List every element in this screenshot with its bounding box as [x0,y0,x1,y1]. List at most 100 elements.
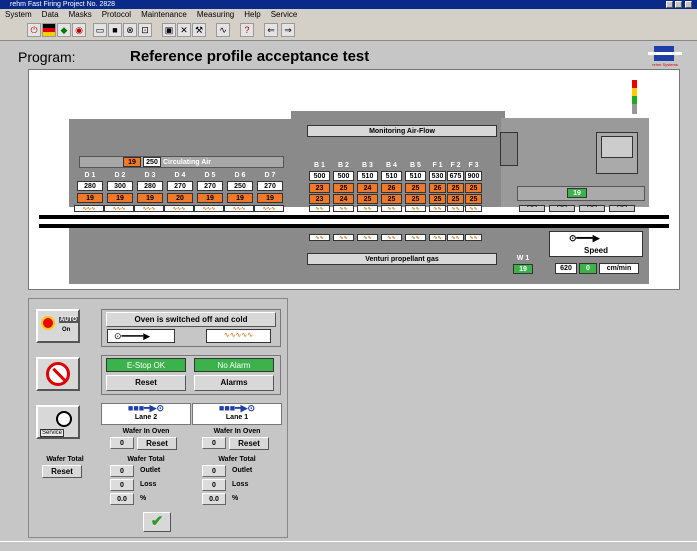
fire-zone-set[interactable]: 500 [309,171,330,181]
service-icon [56,411,72,427]
lamp-lower-icon: ∿∿ [309,234,330,241]
lamp-lower-icon: ∿∿ [405,234,426,241]
fire-zone-set[interactable]: 675 [447,171,464,181]
drier-zone-set[interactable]: 280 [137,181,163,191]
fire-zone-set[interactable]: 530 [429,171,446,181]
lane2-outlet-label: Outlet [140,467,161,474]
heater-element-icon: ∿∿∿ [254,205,284,212]
fire-zone-set[interactable]: 500 [333,171,354,181]
reset-alarm-button[interactable]: Reset [106,375,186,391]
minimize-button[interactable] [666,1,673,8]
fire-zone-name: F 3 [468,162,479,169]
fire-zone-actual-upper: 25 [405,183,426,193]
cooling-fan-icon: ⌒⌒ [609,205,635,212]
menu-system[interactable]: System [0,9,37,21]
fire-zone-name: B 3 [362,162,373,169]
fire-zone-actual-lower: 23 [309,194,330,204]
fire-zone-actual-upper: 25 [333,183,354,193]
lane1-reset-button[interactable]: Reset [229,437,269,450]
maximize-button[interactable] [675,1,682,8]
menu-measuring[interactable]: Measuring [192,9,239,21]
venturi-gas-button[interactable]: Venturi propellant gas [307,253,497,265]
flag-icon[interactable]: ◉ [72,23,86,37]
flag-de-icon[interactable] [42,23,56,37]
menu-maintenance[interactable]: Maintenance [136,9,192,21]
lamp-lower-icon: ∿∿ [465,234,482,241]
rehm-logo: rehm Systems [648,46,682,68]
circ-air-value2[interactable]: 250 [143,157,161,167]
drier-zone-set[interactable]: 270 [197,181,223,191]
open-folder-icon[interactable]: ▭ [93,23,107,37]
drier-zone-set[interactable]: 270 [167,181,193,191]
fire-zone-set[interactable]: 900 [465,171,482,181]
fire-zone-name: F 1 [432,162,443,169]
fire-zone-actual-lower: 24 [333,194,354,204]
drier-zone-set[interactable]: 280 [77,181,103,191]
drier-zone-set[interactable]: 300 [107,181,133,191]
program-label: Program: [18,49,76,65]
menu-protocol[interactable]: Protocol [97,9,136,21]
graph-icon[interactable]: ∿ [216,23,230,37]
lamp-upper-icon: ∿∿ [405,205,426,212]
fire-zone-set[interactable]: 510 [381,171,402,181]
settings-icon[interactable]: ⊗ [123,23,137,37]
tools-icon[interactable]: ✕ [177,23,191,37]
flag-other-icon[interactable]: ◆ [57,23,71,37]
lane2-loss: 0 [110,479,134,491]
forward-arrow-icon[interactable]: ⇒ [281,23,295,37]
help-icon[interactable]: ? [240,23,254,37]
fire-zone-set[interactable]: 510 [405,171,426,181]
cooling-value: 19 [567,188,587,198]
close-button[interactable] [685,1,692,8]
window-title: rehm Fast Firing Project No. 2828 [10,1,116,8]
fire-zone-actual-upper: 24 [357,183,378,193]
alarms-button[interactable]: Alarms [194,375,274,391]
conveyor-icon[interactable]: ⊙━━━━▶ [107,329,175,343]
fire-zone-name: F 2 [450,162,461,169]
menu-masks[interactable]: Masks [64,9,97,21]
lane2-wafer-icon: ■■■━▶⊙ [127,403,165,413]
mute-horn-icon [46,362,70,386]
screen-icon[interactable]: ▣ [162,23,176,37]
mute-horn-button[interactable] [36,357,80,391]
drier-zone-actual: 20 [167,193,193,203]
drier-zone-name: D 2 [114,172,126,179]
wrench-icon[interactable]: ⚒ [192,23,206,37]
lane1-wafer-in-oven: 0 [202,437,226,449]
monitor-icon [596,132,638,174]
tool-icon[interactable]: ⊡ [138,23,152,37]
speed-set[interactable]: 620 [555,263,577,274]
monitoring-airflow-button[interactable]: Monitoring Air-Flow [307,125,497,137]
service-button[interactable]: Service [36,405,80,439]
lane2-title: Lane 2 [134,414,158,421]
conveyor-belt-bottom [39,224,669,228]
menu-data[interactable]: Data [37,9,64,21]
back-arrow-icon[interactable]: ⇐ [264,23,278,37]
menu-bar: System Data Masks Protocol Maintenance Measur… [0,9,697,21]
lane2-reset-button[interactable]: Reset [137,437,177,450]
status-bar [0,541,697,551]
drier-zone-name: D 4 [174,172,186,179]
drier-zone-set[interactable]: 250 [227,181,253,191]
heater-icon[interactable]: ∿∿∿∿∿ [206,329,271,343]
save-icon[interactable]: ■ [108,23,122,37]
auto-mode-button[interactable]: AUTO On [36,309,80,343]
window-titlebar: rehm Fast Firing Project No. 2828 [0,0,697,9]
lane1-title: Lane 1 [225,414,249,421]
auto-label: AUTO [59,317,78,323]
lane2-wafer-in-oven-label: Wafer In Oven [122,428,170,435]
menu-help[interactable]: Help [239,9,265,21]
fire-zone-set[interactable]: 510 [357,171,378,181]
lamp-upper-icon: ∿∿ [309,205,330,212]
ok-checkmark-button[interactable]: ✔ [143,512,171,532]
drier-zone-name: D 1 [84,172,96,179]
lane1-loss: 0 [202,479,226,491]
cooling-fan-icon: ⌒⌒ [519,205,545,212]
drier-zone-set[interactable]: 270 [257,181,283,191]
lamp-upper-icon: ∿∿ [447,205,464,212]
wafer-total-reset-button[interactable]: Reset [42,465,82,478]
drier-zone-name: D 3 [144,172,156,179]
fire-zone-actual-lower: 25 [381,194,402,204]
menu-service[interactable]: Service [266,9,303,21]
stop-icon[interactable]: ⏻ [27,23,41,37]
